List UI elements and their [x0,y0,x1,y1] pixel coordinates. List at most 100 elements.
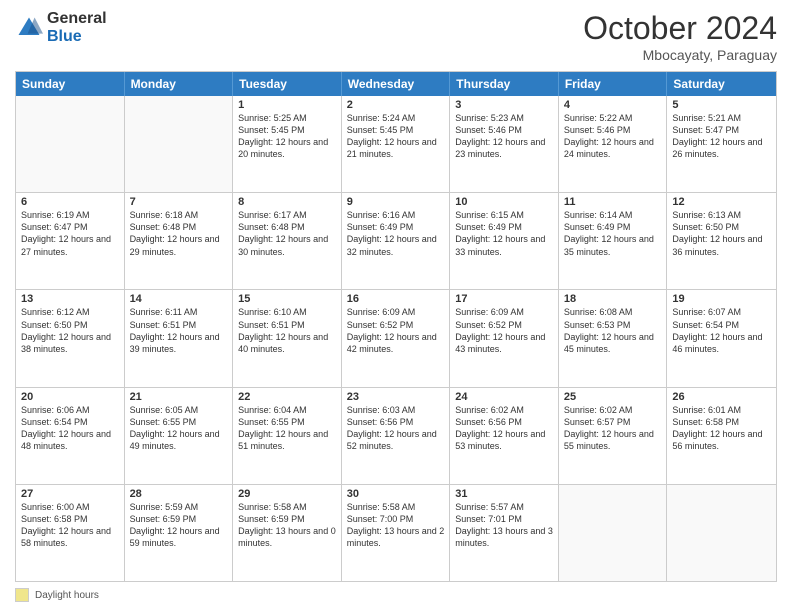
day-cell-28: 28Sunrise: 5:59 AM Sunset: 6:59 PM Dayli… [125,485,234,581]
day-cell-19: 19Sunrise: 6:07 AM Sunset: 6:54 PM Dayli… [667,290,776,386]
calendar-body: 1Sunrise: 5:25 AM Sunset: 5:45 PM Daylig… [16,96,776,581]
day-info: Sunrise: 6:09 AM Sunset: 6:52 PM Dayligh… [455,306,553,355]
day-info: Sunrise: 6:01 AM Sunset: 6:58 PM Dayligh… [672,404,771,453]
day-number: 14 [130,293,228,305]
header: General Blue October 2024 Mbocayaty, Par… [15,10,777,63]
day-cell-20: 20Sunrise: 6:06 AM Sunset: 6:54 PM Dayli… [16,388,125,484]
day-number: 17 [455,293,553,305]
day-cell-24: 24Sunrise: 6:02 AM Sunset: 6:56 PM Dayli… [450,388,559,484]
day-cell-6: 6Sunrise: 6:19 AM Sunset: 6:47 PM Daylig… [16,193,125,289]
day-cell-17: 17Sunrise: 6:09 AM Sunset: 6:52 PM Dayli… [450,290,559,386]
day-header-monday: Monday [125,72,234,96]
day-info: Sunrise: 5:59 AM Sunset: 6:59 PM Dayligh… [130,501,228,550]
day-cell-23: 23Sunrise: 6:03 AM Sunset: 6:56 PM Dayli… [342,388,451,484]
day-cell-18: 18Sunrise: 6:08 AM Sunset: 6:53 PM Dayli… [559,290,668,386]
empty-cell [559,485,668,581]
day-info: Sunrise: 5:58 AM Sunset: 7:00 PM Dayligh… [347,501,445,550]
day-number: 13 [21,293,119,305]
daylight-legend-box [15,588,29,602]
day-cell-16: 16Sunrise: 6:09 AM Sunset: 6:52 PM Dayli… [342,290,451,386]
day-cell-10: 10Sunrise: 6:15 AM Sunset: 6:49 PM Dayli… [450,193,559,289]
day-cell-15: 15Sunrise: 6:10 AM Sunset: 6:51 PM Dayli… [233,290,342,386]
day-info: Sunrise: 6:00 AM Sunset: 6:58 PM Dayligh… [21,501,119,550]
day-info: Sunrise: 6:14 AM Sunset: 6:49 PM Dayligh… [564,209,662,258]
day-info: Sunrise: 5:21 AM Sunset: 5:47 PM Dayligh… [672,112,771,161]
day-number: 25 [564,391,662,403]
empty-cell [125,96,234,192]
day-info: Sunrise: 6:12 AM Sunset: 6:50 PM Dayligh… [21,306,119,355]
day-number: 8 [238,196,336,208]
day-number: 20 [21,391,119,403]
day-number: 21 [130,391,228,403]
day-number: 22 [238,391,336,403]
day-number: 6 [21,196,119,208]
day-header-thursday: Thursday [450,72,559,96]
day-number: 31 [455,488,553,500]
day-info: Sunrise: 6:05 AM Sunset: 6:55 PM Dayligh… [130,404,228,453]
day-info: Sunrise: 6:08 AM Sunset: 6:53 PM Dayligh… [564,306,662,355]
day-cell-1: 1Sunrise: 5:25 AM Sunset: 5:45 PM Daylig… [233,96,342,192]
day-header-wednesday: Wednesday [342,72,451,96]
day-number: 23 [347,391,445,403]
day-cell-7: 7Sunrise: 6:18 AM Sunset: 6:48 PM Daylig… [125,193,234,289]
day-cell-5: 5Sunrise: 5:21 AM Sunset: 5:47 PM Daylig… [667,96,776,192]
title-area: October 2024 Mbocayaty, Paraguay [583,10,777,63]
day-info: Sunrise: 6:13 AM Sunset: 6:50 PM Dayligh… [672,209,771,258]
day-info: Sunrise: 6:02 AM Sunset: 6:56 PM Dayligh… [455,404,553,453]
day-number: 30 [347,488,445,500]
day-cell-12: 12Sunrise: 6:13 AM Sunset: 6:50 PM Dayli… [667,193,776,289]
day-number: 29 [238,488,336,500]
calendar-week-2: 6Sunrise: 6:19 AM Sunset: 6:47 PM Daylig… [16,193,776,290]
day-info: Sunrise: 5:58 AM Sunset: 6:59 PM Dayligh… [238,501,336,550]
day-header-tuesday: Tuesday [233,72,342,96]
day-number: 9 [347,196,445,208]
day-cell-13: 13Sunrise: 6:12 AM Sunset: 6:50 PM Dayli… [16,290,125,386]
day-number: 12 [672,196,771,208]
day-number: 18 [564,293,662,305]
calendar: SundayMondayTuesdayWednesdayThursdayFrid… [15,71,777,582]
footer: Daylight hours [15,588,777,602]
calendar-week-5: 27Sunrise: 6:00 AM Sunset: 6:58 PM Dayli… [16,485,776,581]
day-cell-31: 31Sunrise: 5:57 AM Sunset: 7:01 PM Dayli… [450,485,559,581]
day-info: Sunrise: 5:23 AM Sunset: 5:46 PM Dayligh… [455,112,553,161]
day-cell-21: 21Sunrise: 6:05 AM Sunset: 6:55 PM Dayli… [125,388,234,484]
day-cell-26: 26Sunrise: 6:01 AM Sunset: 6:58 PM Dayli… [667,388,776,484]
day-cell-25: 25Sunrise: 6:02 AM Sunset: 6:57 PM Dayli… [559,388,668,484]
day-header-saturday: Saturday [667,72,776,96]
day-info: Sunrise: 6:11 AM Sunset: 6:51 PM Dayligh… [130,306,228,355]
day-info: Sunrise: 5:25 AM Sunset: 5:45 PM Dayligh… [238,112,336,161]
day-cell-30: 30Sunrise: 5:58 AM Sunset: 7:00 PM Dayli… [342,485,451,581]
day-cell-2: 2Sunrise: 5:24 AM Sunset: 5:45 PM Daylig… [342,96,451,192]
logo-general-text: General [47,10,107,28]
day-cell-29: 29Sunrise: 5:58 AM Sunset: 6:59 PM Dayli… [233,485,342,581]
calendar-week-4: 20Sunrise: 6:06 AM Sunset: 6:54 PM Dayli… [16,388,776,485]
day-info: Sunrise: 6:03 AM Sunset: 6:56 PM Dayligh… [347,404,445,453]
day-info: Sunrise: 6:04 AM Sunset: 6:55 PM Dayligh… [238,404,336,453]
day-number: 5 [672,99,771,111]
day-cell-9: 9Sunrise: 6:16 AM Sunset: 6:49 PM Daylig… [342,193,451,289]
daylight-label: Daylight hours [35,590,99,601]
day-number: 24 [455,391,553,403]
day-info: Sunrise: 5:57 AM Sunset: 7:01 PM Dayligh… [455,501,553,550]
day-number: 7 [130,196,228,208]
empty-cell [667,485,776,581]
day-info: Sunrise: 5:22 AM Sunset: 5:46 PM Dayligh… [564,112,662,161]
day-header-sunday: Sunday [16,72,125,96]
day-cell-22: 22Sunrise: 6:04 AM Sunset: 6:55 PM Dayli… [233,388,342,484]
day-cell-8: 8Sunrise: 6:17 AM Sunset: 6:48 PM Daylig… [233,193,342,289]
calendar-week-3: 13Sunrise: 6:12 AM Sunset: 6:50 PM Dayli… [16,290,776,387]
logo-icon [15,14,43,42]
day-number: 15 [238,293,336,305]
logo: General Blue [15,10,107,45]
day-info: Sunrise: 6:19 AM Sunset: 6:47 PM Dayligh… [21,209,119,258]
location-subtitle: Mbocayaty, Paraguay [583,47,777,63]
empty-cell [16,96,125,192]
day-info: Sunrise: 6:09 AM Sunset: 6:52 PM Dayligh… [347,306,445,355]
day-info: Sunrise: 6:16 AM Sunset: 6:49 PM Dayligh… [347,209,445,258]
calendar-week-1: 1Sunrise: 5:25 AM Sunset: 5:45 PM Daylig… [16,96,776,193]
day-header-friday: Friday [559,72,668,96]
logo-blue-text: Blue [47,28,107,46]
day-info: Sunrise: 6:17 AM Sunset: 6:48 PM Dayligh… [238,209,336,258]
day-number: 27 [21,488,119,500]
day-info: Sunrise: 6:18 AM Sunset: 6:48 PM Dayligh… [130,209,228,258]
